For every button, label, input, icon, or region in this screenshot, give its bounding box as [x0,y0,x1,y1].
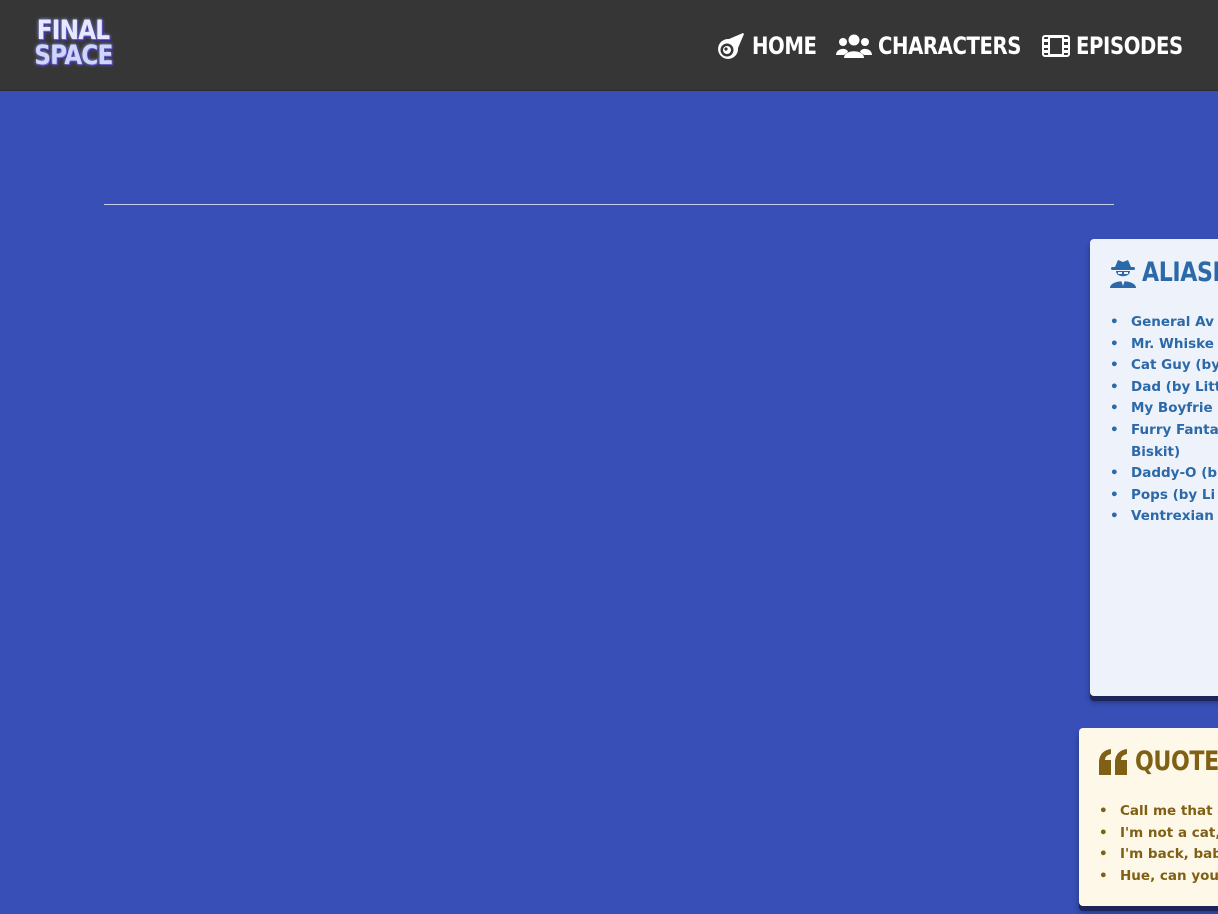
top-navbar: FINAL SPACE HOME CHARACTERS EPISODES [0,0,1218,91]
user-secret-icon [1110,259,1136,288]
alias-item: General Av [1110,312,1218,334]
film-icon [1042,35,1070,57]
quotes-list: Call me that a I'm not a cat, I' I'm bac… [1099,801,1218,887]
quote-item: Hue, can you [1099,866,1218,888]
alias-item: Mr. Whiske [1110,334,1218,356]
nav-characters-label: CHARACTERS [878,32,1022,60]
final-space-logo[interactable]: FINAL SPACE [28,17,118,74]
aliases-list: General Av Mr. Whiske Cat Guy (by Dad (b… [1110,312,1218,528]
quote-left-icon [1099,748,1127,775]
nav-episodes-label: EPISODES [1076,32,1183,60]
nav-home[interactable]: HOME [716,31,817,61]
quote-item: I'm back, bab [1099,844,1218,866]
comet-icon [718,33,744,59]
quote-item: Call me that a [1099,801,1218,823]
quote-item: I'm not a cat, I' [1099,823,1218,845]
quotes-card: QUOTES Call me that a I'm not a cat, I' … [1079,728,1218,906]
logo-line-2: SPACE [34,40,113,71]
alias-item: Dad (by Littl [1110,377,1218,399]
nav-characters[interactable]: CHARACTERS [836,32,1022,60]
alias-item: Furry Fanta Biskit) [1110,420,1218,463]
alias-item: Cat Guy (by [1110,355,1218,377]
nav-home-label: HOME [752,32,817,60]
aliases-title: ALIASE [1142,257,1218,288]
nav-episodes[interactable]: EPISODES [1042,32,1183,60]
alias-item: Pops (by Li [1110,485,1218,507]
quotes-header: QUOTES [1099,746,1218,777]
quotes-title: QUOTES [1135,746,1218,777]
aliases-card: ALIASE General Av Mr. Whiske Cat Guy (by… [1090,239,1218,696]
alias-item: My Boyfrie [1110,398,1218,420]
alias-item: Ventrexian [1110,506,1218,528]
section-divider [104,204,1114,205]
aliases-header: ALIASE [1110,257,1218,288]
users-icon [836,34,872,58]
main-nav: HOME CHARACTERS EPISODES [694,28,1183,64]
alias-item: Daddy-O (b [1110,463,1218,485]
